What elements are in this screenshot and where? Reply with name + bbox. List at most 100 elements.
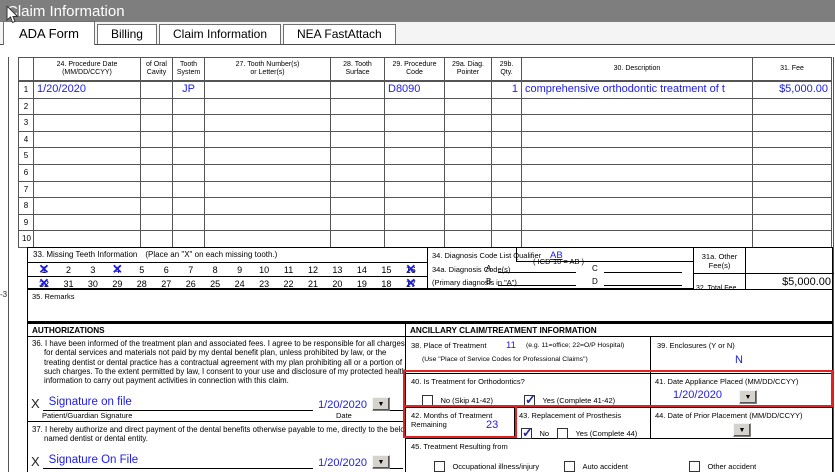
cell-description[interactable] [522, 231, 753, 248]
cell-tooth_numbers[interactable] [205, 148, 331, 165]
cell-tooth_surface[interactable] [331, 214, 385, 232]
cell-tooth_system[interactable] [173, 115, 205, 132]
tooth-29[interactable]: 29✕ [110, 279, 124, 289]
tab-nea-fastattach[interactable]: NEA FastAttach [283, 24, 396, 44]
cell-description[interactable]: comprehensive orthodontic treatment of t [522, 82, 753, 99]
tooth-24[interactable]: 24✕ [233, 279, 247, 289]
cell-tooth_system[interactable] [173, 164, 205, 182]
cell-description[interactable] [522, 214, 753, 232]
cell-tooth_surface[interactable] [331, 164, 385, 182]
cell-date[interactable] [34, 231, 141, 248]
cell-code[interactable] [385, 131, 445, 149]
cell-tooth_numbers[interactable] [205, 164, 331, 182]
cell-diag_pointer[interactable] [445, 115, 492, 132]
cell-date[interactable] [34, 164, 141, 182]
cell-diag_pointer[interactable] [445, 164, 492, 182]
cell-tooth_system[interactable] [173, 181, 205, 199]
signature-37-date-dropdown[interactable]: ▼ [372, 455, 390, 469]
tooth-14[interactable]: 14✕ [355, 265, 369, 275]
cell-qty[interactable] [492, 164, 522, 182]
cell-date[interactable] [34, 198, 141, 215]
cell-tooth_system[interactable] [173, 131, 205, 149]
cell-diag_pointer[interactable] [445, 82, 492, 99]
cell-oral_cavity[interactable] [141, 164, 173, 182]
cell-date[interactable] [34, 98, 141, 116]
cell-code[interactable] [385, 115, 445, 132]
tooth-3[interactable]: 3✕ [86, 265, 100, 275]
date-appliance-placed-value[interactable]: 1/20/2020 [673, 389, 722, 401]
cell-tooth_system[interactable] [173, 231, 205, 248]
tooth-7[interactable]: 7✕ [184, 265, 198, 275]
cell-description[interactable] [522, 181, 753, 199]
cell-description[interactable] [522, 131, 753, 149]
cell-fee[interactable] [753, 231, 832, 248]
tooth-10[interactable]: 10✕ [257, 265, 271, 275]
cell-code[interactable] [385, 164, 445, 182]
cell-tooth_numbers[interactable] [205, 198, 331, 215]
cell-description[interactable] [522, 148, 753, 165]
cell-fee[interactable] [753, 148, 832, 165]
cell-fee[interactable] [753, 181, 832, 199]
cell-diag_pointer[interactable] [445, 98, 492, 116]
cell-tooth_surface[interactable] [331, 181, 385, 199]
cell-fee[interactable] [753, 115, 832, 132]
cell-tooth_numbers[interactable] [205, 231, 331, 248]
tooth-19[interactable]: 19✕ [355, 279, 369, 289]
tooth-25[interactable]: 25✕ [208, 279, 222, 289]
tooth-16[interactable]: 16 ✕ [404, 261, 418, 276]
tooth-21[interactable]: 21✕ [306, 279, 320, 289]
occupational-illness-checkbox[interactable] [434, 461, 445, 472]
tooth-4[interactable]: 4 ✕ [110, 261, 124, 276]
cell-tooth_system[interactable]: JP [173, 82, 205, 99]
cell-tooth_surface[interactable] [331, 115, 385, 132]
cell-tooth_surface[interactable] [331, 198, 385, 215]
tooth-1[interactable]: 1 ✕ [37, 261, 51, 276]
cell-tooth_numbers[interactable] [205, 115, 331, 132]
cell-oral_cavity[interactable] [141, 181, 173, 199]
cell-oral_cavity[interactable] [141, 198, 173, 215]
cell-tooth_surface[interactable] [331, 131, 385, 149]
orthodontics-yes-checkbox[interactable]: ✓ [524, 392, 536, 407]
cell-description[interactable] [522, 198, 753, 215]
tooth-32[interactable]: 32 ✕ [37, 275, 51, 290]
tooth-18[interactable]: 18✕ [379, 279, 393, 289]
tooth-22[interactable]: 22✕ [282, 279, 296, 289]
cell-tooth_surface[interactable] [331, 98, 385, 116]
cell-tooth_system[interactable] [173, 148, 205, 165]
signature-36-field[interactable]: Signature on file [49, 396, 132, 408]
cell-qty[interactable] [492, 231, 522, 248]
cell-tooth_numbers[interactable] [205, 131, 331, 149]
cell-description[interactable] [522, 98, 753, 116]
cell-qty[interactable]: 1 [492, 82, 522, 99]
tooth-27[interactable]: 27✕ [159, 279, 173, 289]
tooth-23[interactable]: 23✕ [257, 279, 271, 289]
cell-oral_cavity[interactable] [141, 82, 173, 99]
diagnosis-slot-b-field[interactable] [498, 277, 576, 286]
cell-description[interactable] [522, 164, 753, 182]
tooth-20[interactable]: 20✕ [330, 279, 344, 289]
signature-37-date[interactable]: 1/20/2020 [318, 457, 367, 469]
signature-37-field[interactable]: Signature On File [49, 454, 139, 466]
cell-tooth_system[interactable] [173, 214, 205, 232]
cell-code[interactable] [385, 198, 445, 215]
cell-qty[interactable] [492, 98, 522, 116]
cell-date[interactable] [34, 131, 141, 149]
diagnosis-slot-a-field[interactable] [498, 264, 576, 273]
tooth-9[interactable]: 9✕ [233, 265, 247, 275]
cell-code[interactable] [385, 181, 445, 199]
orthodontics-no-checkbox[interactable] [422, 395, 433, 406]
signature-36-date[interactable]: 1/20/2020 [318, 399, 367, 411]
cell-fee[interactable] [753, 131, 832, 149]
cell-tooth_surface[interactable] [331, 82, 385, 99]
tooth-17[interactable]: 17 ✕ [404, 275, 418, 290]
tooth-15[interactable]: 15✕ [379, 265, 393, 275]
diagnosis-slot-c-field[interactable] [604, 264, 682, 273]
cell-diag_pointer[interactable] [445, 181, 492, 199]
other-accident-checkbox[interactable] [689, 461, 700, 472]
enclosures-value[interactable]: N [735, 354, 743, 366]
cell-tooth_numbers[interactable] [205, 181, 331, 199]
diagnosis-slot-d-field[interactable] [604, 277, 682, 286]
cell-qty[interactable] [492, 131, 522, 149]
cell-oral_cavity[interactable] [141, 115, 173, 132]
auto-accident-checkbox[interactable] [564, 461, 575, 472]
